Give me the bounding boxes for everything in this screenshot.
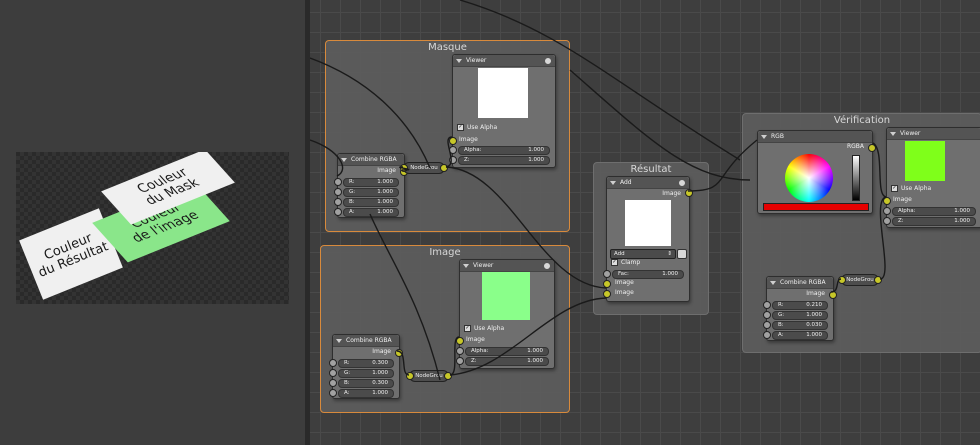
link-wire [310, 57, 431, 169]
link-wire [569, 69, 751, 181]
link-wire [459, 0, 741, 161]
link-wire [369, 213, 441, 381]
link-wire [449, 336, 460, 376]
link-wire [879, 196, 887, 280]
link-wire [310, 139, 344, 177]
link-wire [830, 278, 842, 293]
link-wire [445, 136, 453, 168]
link-wire [687, 139, 758, 192]
preview-image: Couleur du Résultat Couleur de l'image Cou… [16, 152, 289, 304]
link-wire [396, 350, 410, 376]
node-editor[interactable]: Masque Image Résultat Vérification Combi… [310, 0, 980, 445]
node-links [310, 0, 887, 381]
image-preview-panel: Couleur du Résultat Couleur de l'image Cou… [0, 0, 305, 445]
link-wire [872, 142, 887, 198]
link-wire [445, 166, 607, 289]
link-wire [399, 166, 410, 171]
link-wire [449, 297, 607, 376]
